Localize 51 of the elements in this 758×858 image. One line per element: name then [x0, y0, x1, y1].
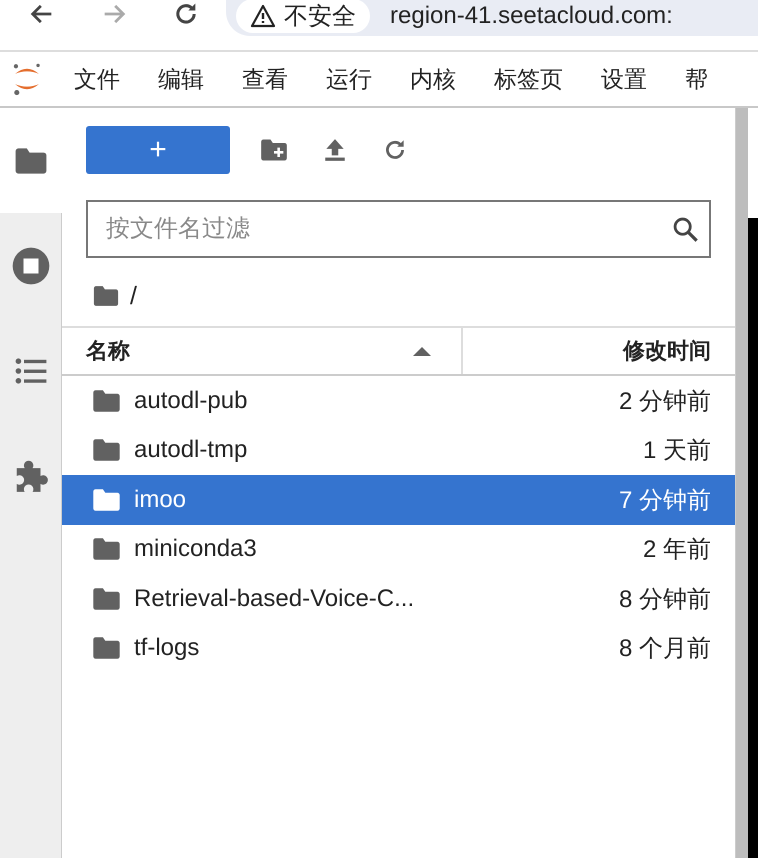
security-label: 不安全	[284, 2, 356, 32]
sidebar-tab[interactable]	[0, 108, 62, 213]
new-folder-icon[interactable]	[260, 138, 288, 162]
security-chip[interactable]: 不安全	[236, 0, 370, 33]
folder-icon	[92, 586, 121, 611]
folder-icon	[92, 537, 121, 562]
folder-icon	[92, 636, 121, 660]
file-row[interactable]: tf-logs 8 个月前	[62, 624, 735, 673]
modified-time: 2 年前	[642, 535, 711, 566]
search-icon	[671, 215, 699, 243]
folder-icon	[92, 438, 121, 462]
column-label: 修改时间	[623, 337, 711, 365]
file-name: miniconda3	[134, 535, 258, 564]
folder-icon	[92, 488, 121, 512]
column-header[interactable]: 修改时间	[463, 328, 735, 374]
modified-time: 8 分钟前	[618, 584, 711, 615]
folder-icon	[14, 146, 48, 174]
file-name: Retrieval-based-Voice-C...	[134, 584, 416, 613]
file-row[interactable]: autodl-tmp 1 天前	[62, 426, 735, 475]
menu-item[interactable]: 编辑	[158, 64, 204, 94]
file-row[interactable]: miniconda3 2 年前	[62, 524, 735, 574]
new-button[interactable]: +	[86, 126, 230, 174]
modified-time: 2 分钟前	[618, 386, 711, 417]
file-name: autodl-pub	[134, 386, 248, 415]
column-label: 名称	[86, 337, 130, 365]
menu-item[interactable]: 文件	[74, 64, 120, 94]
filter-field[interactable]: 按文件名过滤	[86, 200, 711, 258]
warning-icon	[250, 4, 276, 28]
menu-item[interactable]: 运行	[326, 64, 372, 94]
folder-icon	[92, 388, 121, 413]
file-name: autodl-tmp	[134, 436, 248, 464]
url-text: region-41.seetacloud.com:	[390, 2, 673, 30]
file-row[interactable]: imoo 7 分钟前	[62, 475, 735, 524]
column-header[interactable]: 名称	[62, 328, 463, 374]
list-icon	[14, 356, 48, 384]
modified-time: 8 个月前	[618, 634, 711, 664]
stop-icon	[10, 246, 50, 286]
menu-item[interactable]: 标签页	[494, 64, 563, 94]
file-name: imoo	[134, 486, 188, 514]
menu-item[interactable]: 内核	[410, 64, 456, 94]
file-name: tf-logs	[134, 634, 200, 662]
menu-item[interactable]: 帮	[685, 64, 708, 94]
breadcrumb-link[interactable]: /	[130, 282, 137, 310]
folder-icon[interactable]	[92, 285, 120, 307]
modified-time: 7 分钟前	[618, 486, 711, 516]
modified-time: 1 天前	[642, 436, 711, 466]
address-bar[interactable]: 不安全 region-41.seetacloud.com:	[226, 0, 758, 36]
menu-item[interactable]: 查看	[242, 64, 288, 94]
file-row[interactable]: Retrieval-based-Voice-C... 8 分钟前	[62, 574, 735, 624]
menu-item[interactable]: 设置	[601, 64, 647, 94]
file-row[interactable]: autodl-pub 2 分钟前	[62, 376, 735, 426]
